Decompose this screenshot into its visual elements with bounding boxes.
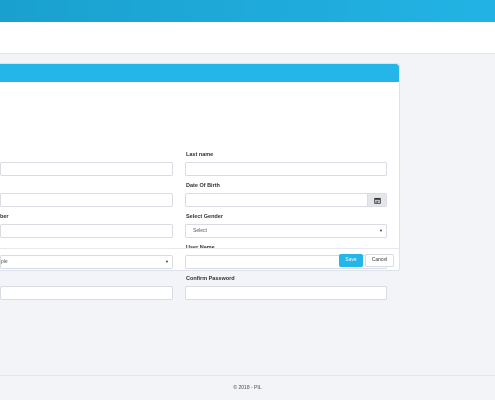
calendar-icon — [373, 197, 381, 204]
date-of-birth-input[interactable] — [185, 193, 368, 207]
select-gender-dropdown[interactable]: Select ▼ — [185, 224, 387, 238]
date-of-birth-label: Date Of Birth — [186, 183, 220, 189]
confirm-password-input[interactable] — [185, 286, 387, 300]
row4-left-select-value: ple — [1, 259, 8, 265]
save-button[interactable]: Save — [339, 254, 363, 267]
chevron-down-icon: ▼ — [165, 259, 169, 264]
first-name-input[interactable] — [0, 162, 173, 176]
row2-left-input[interactable] — [0, 193, 173, 207]
number-input[interactable] — [0, 224, 173, 238]
chevron-down-icon: ▼ — [379, 228, 383, 233]
number-field-label: ber — [0, 214, 9, 220]
registration-form-card: Last name Date Of Birth ber Select Gende… — [0, 63, 400, 300]
select-gender-value: Select — [193, 228, 207, 234]
card-header — [0, 64, 399, 82]
top-navbar — [0, 0, 495, 22]
confirm-password-label: Confirm Password — [186, 276, 235, 282]
password-input[interactable] — [0, 286, 173, 300]
last-name-label: Last name — [186, 152, 214, 158]
cancel-button[interactable]: Cancel — [365, 254, 394, 267]
card-footer-divider — [0, 248, 399, 249]
sub-header-bar — [0, 22, 495, 54]
select-gender-label: Select Gender — [186, 214, 223, 220]
footer-divider — [0, 375, 495, 376]
footer-copyright: © 2018 - PIL — [233, 385, 262, 391]
last-name-input[interactable] — [185, 162, 387, 176]
row4-left-select[interactable]: ple ▼ — [0, 255, 173, 269]
calendar-button[interactable] — [367, 193, 387, 207]
